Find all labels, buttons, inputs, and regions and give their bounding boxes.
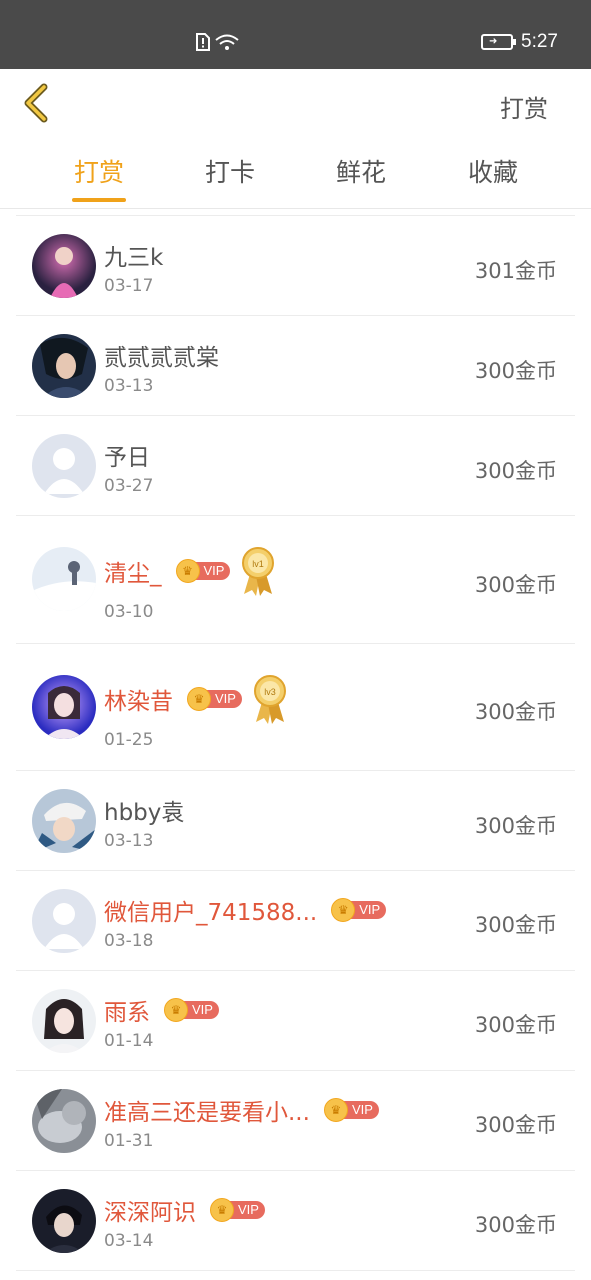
tab-checkin[interactable]: 打卡	[175, 153, 285, 189]
reward-date: 03-18	[104, 931, 154, 951]
reward-date: 01-14	[104, 1031, 154, 1051]
reward-date: 03-10	[104, 602, 154, 622]
name-line: 九三k	[104, 238, 163, 272]
name-line: 贰贰贰贰棠	[104, 338, 219, 372]
medal-level: lv3	[264, 687, 276, 697]
user-name[interactable]: 九三k	[104, 238, 163, 272]
reward-amount: 300金币	[474, 700, 557, 724]
reward-list: 九三k 03-17 301金币 贰贰贰贰棠 03-13 300金币 予日 03-…	[16, 215, 575, 1271]
vip-badge: ♛ VIP	[331, 898, 387, 922]
name-line: 准高三还是要看小... ♛ VIP	[104, 1093, 379, 1127]
avatar[interactable]	[32, 889, 96, 953]
tab-reward[interactable]: 打赏	[44, 153, 154, 189]
avatar[interactable]	[32, 547, 96, 611]
name-line: 微信用户_741588... ♛ VIP	[104, 893, 387, 927]
crown-icon: ♛	[175, 559, 200, 583]
user-name[interactable]: 雨系	[104, 993, 150, 1027]
avatar[interactable]	[32, 675, 96, 739]
reward-amount: 301金币	[474, 259, 557, 283]
list-item[interactable]: 清尘_ ♛ VIP lv1 03-10 300金币	[16, 516, 575, 644]
user-name[interactable]: 清尘_	[104, 554, 162, 588]
name-line: hbby袁	[104, 793, 184, 827]
reward-header-button[interactable]: 打赏	[500, 89, 548, 124]
list-item[interactable]: hbby袁 03-13 300金币	[16, 771, 575, 871]
user-name[interactable]: 林染昔	[104, 682, 173, 716]
name-line: 予日	[104, 438, 150, 472]
tab-bar: 打赏 打卡 鲜花 收藏	[0, 139, 591, 209]
avatar[interactable]	[32, 1189, 96, 1253]
user-name[interactable]: hbby袁	[104, 793, 184, 827]
battery-charging-icon: ➜	[481, 34, 517, 50]
user-name[interactable]: 予日	[104, 438, 150, 472]
vip-badge: ♛ VIP	[323, 1098, 379, 1122]
reward-date: 03-27	[104, 476, 154, 496]
name-line: 深深阿识 ♛ VIP	[104, 1193, 265, 1227]
reward-amount: 300金币	[474, 1213, 557, 1237]
reward-amount: 300金币	[474, 1113, 557, 1137]
name-line: 雨系 ♛ VIP	[104, 993, 219, 1027]
vip-badge: ♛ VIP	[164, 998, 219, 1022]
sim-alert-icon	[196, 33, 210, 51]
tab-favorites[interactable]: 收藏	[438, 153, 548, 189]
status-bar: ➜ 5:27	[0, 0, 591, 69]
medal-icon: lv3	[253, 675, 286, 724]
reward-date: 01-25	[104, 730, 154, 750]
wifi-icon	[215, 34, 239, 50]
avatar[interactable]	[32, 434, 96, 498]
status-icons	[196, 33, 240, 51]
reward-date: 03-17	[104, 276, 154, 296]
medal-icon: lv1	[242, 547, 275, 596]
reward-amount: 300金币	[474, 573, 557, 597]
status-right: ➜ 5:27	[481, 31, 558, 53]
list-item[interactable]: 准高三还是要看小... ♛ VIP 01-31 300金币	[16, 1071, 575, 1171]
chevron-left-icon	[24, 83, 48, 123]
default-avatar-icon	[32, 434, 96, 498]
reward-date: 03-13	[104, 376, 154, 396]
user-name[interactable]: 微信用户_741588...	[104, 893, 317, 927]
back-button[interactable]	[18, 83, 58, 127]
reward-date: 01-31	[104, 1131, 154, 1151]
avatar[interactable]	[32, 334, 96, 398]
user-name[interactable]: 贰贰贰贰棠	[104, 338, 219, 372]
reward-amount: 300金币	[474, 814, 557, 838]
crown-icon: ♛	[164, 998, 188, 1022]
list-item[interactable]: 九三k 03-17 301金币	[16, 216, 575, 316]
reward-amount: 300金币	[474, 1013, 557, 1037]
list-item[interactable]: 雨系 ♛ VIP 01-14 300金币	[16, 971, 575, 1071]
list-item[interactable]: 林染昔 ♛ VIP lv3 01-25 300金币	[16, 644, 575, 771]
reward-amount: 300金币	[474, 459, 557, 483]
header: 打赏	[0, 69, 591, 139]
reward-date: 03-13	[104, 831, 154, 851]
avatar[interactable]	[32, 789, 96, 853]
avatar[interactable]	[32, 1089, 96, 1153]
list-item[interactable]: 微信用户_741588... ♛ VIP 03-18 300金币	[16, 871, 575, 971]
list-item[interactable]: 予日 03-27 300金币	[16, 416, 575, 516]
list-item[interactable]: 深深阿识 ♛ VIP 03-14 300金币	[16, 1171, 575, 1271]
reward-amount: 300金币	[474, 913, 557, 937]
vip-badge: ♛ VIP	[187, 687, 242, 711]
medal-level: lv1	[253, 559, 265, 569]
reward-date: 03-14	[104, 1231, 154, 1251]
vip-badge: ♛ VIP	[175, 559, 231, 583]
reward-amount: 300金币	[474, 359, 557, 383]
tab-flowers[interactable]: 鲜花	[306, 153, 416, 189]
crown-icon: ♛	[210, 1198, 234, 1222]
avatar[interactable]	[32, 989, 96, 1053]
avatar[interactable]	[32, 234, 96, 298]
active-tab-indicator	[72, 198, 126, 202]
vip-badge: ♛ VIP	[210, 1198, 265, 1222]
name-line: 林染昔 ♛ VIP lv3	[104, 674, 288, 724]
crown-icon: ♛	[323, 1098, 348, 1122]
user-name[interactable]: 准高三还是要看小...	[104, 1093, 310, 1127]
default-avatar-icon	[32, 889, 96, 953]
user-name[interactable]: 深深阿识	[104, 1193, 196, 1227]
list-item[interactable]: 贰贰贰贰棠 03-13 300金币	[16, 316, 575, 416]
status-time: 5:27	[521, 31, 558, 52]
crown-icon: ♛	[187, 687, 211, 711]
name-line: 清尘_ ♛ VIP lv1	[104, 546, 276, 596]
